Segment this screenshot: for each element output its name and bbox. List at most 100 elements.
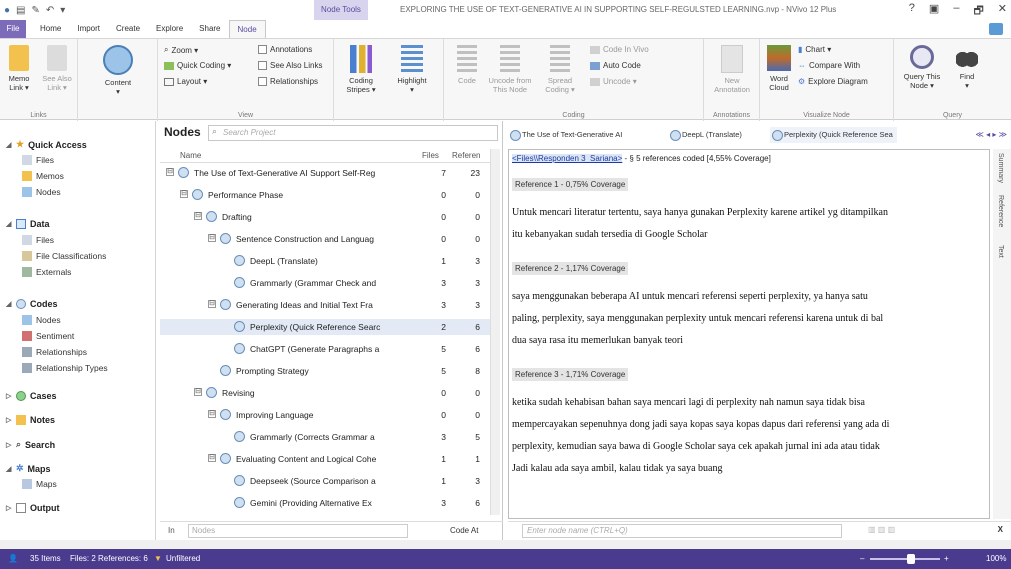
see-also-links-toggle[interactable]: See Also Links: [258, 61, 322, 70]
nav-relationship-types[interactable]: Relationship Types: [22, 363, 108, 373]
reference-text-area[interactable]: <Files\\Responden 3_Sariana> - § 5 refer…: [508, 149, 990, 519]
collapse-icon[interactable]: ⊟: [194, 212, 202, 220]
nav-data-files[interactable]: Files: [22, 235, 54, 245]
code-in-vivo-button[interactable]: Code In Vivo: [590, 45, 649, 54]
ribbon-display-button[interactable]: ▣: [929, 2, 939, 21]
search-project-input[interactable]: Search Project: [208, 125, 498, 141]
collapse-icon[interactable]: ⊟: [208, 234, 216, 242]
nav-search[interactable]: ▷ ⌕ Search: [6, 439, 55, 450]
collapse-icon[interactable]: ⊟: [166, 168, 174, 176]
tab-node-text-generative[interactable]: The Use of Text-Generative AI: [508, 127, 622, 143]
node-row[interactable]: ChatGPT (Generate Paragraphs a 5 6: [160, 341, 490, 357]
node-row[interactable]: Gemini (Providing Alternative Ex 3 6: [160, 495, 490, 511]
minimize-button[interactable]: –: [953, 2, 959, 21]
find-scope-select[interactable]: Nodes: [188, 524, 408, 538]
annotations-checkbox[interactable]: [258, 45, 267, 54]
collapse-icon[interactable]: ⊟: [194, 388, 202, 396]
zoom-button[interactable]: ⌕ Zoom ▾: [164, 45, 198, 55]
tab-import[interactable]: Import: [69, 20, 108, 38]
relationships-toggle[interactable]: Relationships: [258, 77, 318, 86]
tab-share[interactable]: Share: [191, 20, 228, 38]
tab-explore[interactable]: Explore: [148, 20, 191, 38]
code-button[interactable]: Code: [452, 45, 482, 85]
tab-node[interactable]: Node: [228, 20, 266, 38]
side-tab-text[interactable]: Text: [997, 245, 1004, 258]
close-button[interactable]: ✕: [998, 2, 1007, 21]
quick-coding-button[interactable]: Quick Coding ▾: [164, 61, 231, 70]
nav-file-classifications[interactable]: File Classifications: [22, 251, 106, 261]
node-row[interactable]: ⊟ Generating Ideas and Initial Text Fra 3 3: [160, 297, 490, 313]
word-cloud-button[interactable]: Word Cloud: [764, 45, 794, 92]
node-name-input[interactable]: Enter node name (CTRL+Q): [522, 524, 842, 538]
new-annotation-button[interactable]: New Annotation: [708, 45, 756, 94]
zoom-in-icon[interactable]: +: [944, 554, 949, 563]
node-row[interactable]: DeepL (Translate) 1 3: [160, 253, 490, 269]
node-row[interactable]: ⊟ Revising 0 0: [160, 385, 490, 401]
annotations-toggle[interactable]: Annotations: [258, 45, 312, 54]
node-row[interactable]: Perplexity (Quick Reference Searc 2 6: [160, 319, 490, 335]
node-row[interactable]: Deepseek (Source Comparison a 1 3: [160, 473, 490, 489]
node-row[interactable]: ⊟ Sentence Construction and Languag 0 0: [160, 231, 490, 247]
explore-diagram-button[interactable]: ⚙ Explore Diagram: [798, 77, 868, 86]
node-row[interactable]: Prompting Strategy 5 8: [160, 363, 490, 379]
find-button[interactable]: Find ▾: [952, 45, 982, 90]
memo-link-button[interactable]: Memo Link ▾: [2, 45, 36, 92]
nav-notes[interactable]: ▷ Notes: [6, 415, 55, 425]
save-icon[interactable]: ▤: [16, 5, 25, 16]
nav-output[interactable]: ▷ Output: [6, 503, 60, 513]
undo-icon[interactable]: ↶: [46, 5, 54, 16]
node-row[interactable]: Grammarly (Grammar Check and 3 3: [160, 275, 490, 291]
node-row[interactable]: ⊟ Performance Phase 0 0: [160, 187, 490, 203]
tab-node-perplexity[interactable]: Perplexity (Quick Reference Sea: [770, 127, 897, 143]
code-at-button[interactable]: Code At: [450, 526, 478, 535]
zoom-slider[interactable]: [870, 554, 940, 564]
nav-data[interactable]: ◢ Data: [6, 219, 50, 229]
zoom-slider-thumb[interactable]: [907, 554, 916, 564]
collapse-ribbon-icon[interactable]: [989, 23, 1003, 35]
highlight-button[interactable]: Highlight ▾: [390, 45, 434, 94]
node-row[interactable]: Grammarly (Corrects Grammar a 3 5: [160, 429, 490, 445]
nav-externals[interactable]: Externals: [22, 267, 71, 277]
side-tab-reference[interactable]: Reference: [997, 195, 1004, 227]
nav-qa-files[interactable]: Files: [22, 155, 54, 165]
chart-button[interactable]: ▮ Chart ▾: [798, 45, 831, 54]
nav-sentiment[interactable]: Sentiment: [22, 331, 74, 341]
node-row[interactable]: ⊟ Evaluating Content and Logical Cohe 1 1: [160, 451, 490, 467]
source-link[interactable]: <Files\\Responden 3_Sariana>: [512, 154, 623, 163]
col-files[interactable]: Files: [422, 151, 439, 160]
edit-icon[interactable]: ✎: [32, 5, 40, 16]
side-tab-summary[interactable]: Summary: [997, 153, 1004, 183]
nav-qa-nodes[interactable]: Nodes: [22, 187, 61, 197]
uncode-from-node-button[interactable]: Uncode from This Node: [484, 45, 536, 94]
node-row[interactable]: ⊟ Improving Language 0 0: [160, 407, 490, 423]
tree-scrollbar[interactable]: [490, 149, 500, 515]
see-also-link-button[interactable]: See Also Link ▾: [38, 45, 76, 92]
compare-with-button[interactable]: ⇔ Compare With: [798, 61, 860, 70]
nav-cases[interactable]: ▷ Cases: [6, 391, 57, 401]
tab-file[interactable]: File: [0, 20, 26, 38]
nav-qa-memos[interactable]: Memos: [22, 171, 64, 181]
tab-home[interactable]: Home: [32, 20, 69, 38]
uncode-button[interactable]: Uncode ▾: [590, 77, 637, 86]
footer-close-button[interactable]: X: [998, 525, 1003, 534]
customize-icon[interactable]: ▾: [60, 5, 65, 16]
relationships-checkbox[interactable]: [258, 77, 267, 86]
nav-maps[interactable]: ◢ ✲ Maps: [6, 463, 51, 474]
auto-code-button[interactable]: Auto Code: [590, 61, 641, 70]
nav-codes-nodes[interactable]: Nodes: [22, 315, 61, 325]
tab-nav-arrows[interactable]: ≪ ◂ ▸ ≫: [976, 130, 1007, 139]
coding-stripes-button[interactable]: Coding Stripes ▾: [340, 45, 382, 94]
status-filter[interactable]: Unfiltered: [166, 554, 200, 563]
content-button[interactable]: Content ▾: [100, 45, 136, 96]
node-row[interactable]: ⊟ Drafting 0 0: [160, 209, 490, 225]
nav-quick-access[interactable]: ◢ ★ Quick Access: [6, 139, 87, 150]
collapse-icon[interactable]: ⊟: [208, 300, 216, 308]
nav-relationships[interactable]: Relationships: [22, 347, 87, 357]
tab-create[interactable]: Create: [108, 20, 148, 38]
help-button[interactable]: ?: [909, 2, 915, 21]
node-row[interactable]: ⊟ The Use of Text-Generative AI Support S…: [160, 165, 490, 181]
collapse-icon[interactable]: ⊟: [180, 190, 188, 198]
collapse-icon[interactable]: ⊟: [208, 410, 216, 418]
collapse-icon[interactable]: ⊟: [208, 454, 216, 462]
see-also-links-checkbox[interactable]: [258, 61, 267, 70]
